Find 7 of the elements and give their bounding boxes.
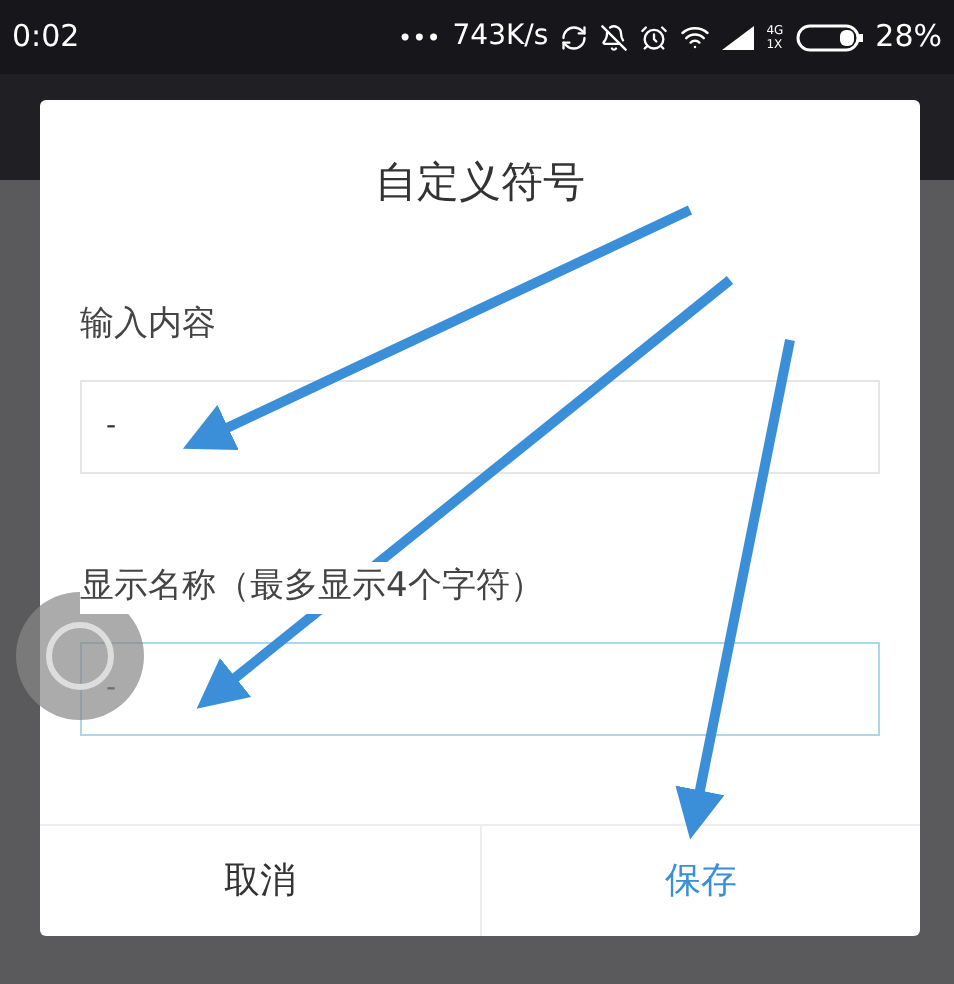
dialog-button[interactable]: 取消	[40, 826, 479, 936]
network-speed: 743K/s	[452, 18, 549, 56]
dialog-title: 自定义符号	[375, 156, 585, 210]
text-field[interactable]: -	[80, 380, 880, 474]
battery-percent: 28%	[875, 16, 942, 59]
more-indicator: •••	[398, 21, 441, 55]
status-time: 0:02	[12, 16, 80, 59]
